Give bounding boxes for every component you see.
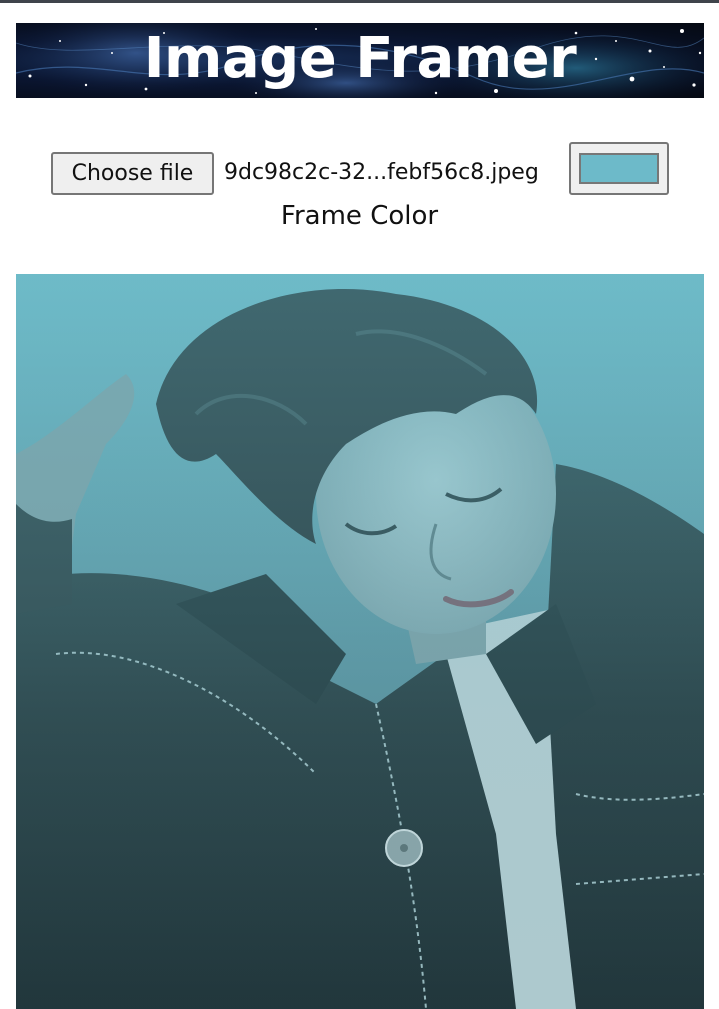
photo-frame-tint [16, 274, 704, 1009]
browser-top-edge [0, 0, 719, 3]
controls-panel: Choose file 9dc98c2c-32...febf56c8.jpeg … [0, 142, 719, 242]
selected-file-name: 9dc98c2c-32...febf56c8.jpeg [224, 160, 539, 185]
framed-photo [16, 274, 704, 1009]
choose-file-button[interactable]: Choose file [51, 152, 214, 195]
frame-color-picker[interactable] [569, 142, 669, 195]
title-banner: Image Framer [16, 23, 704, 98]
page-title: Image Framer [143, 26, 577, 91]
frame-color-label: Frame Color [280, 201, 439, 231]
frame-color-swatch [579, 153, 659, 184]
